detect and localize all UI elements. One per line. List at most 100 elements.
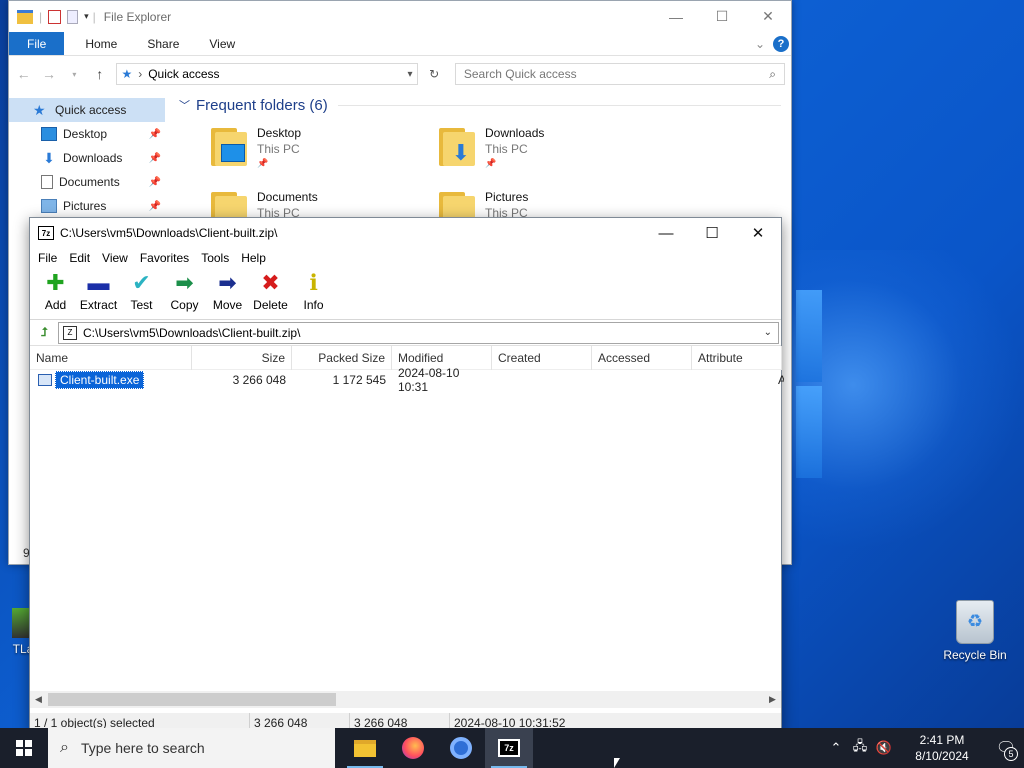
taskbar-search-box[interactable]: ⌕ Type here to search: [48, 728, 335, 768]
recycle-bin-label: Recycle Bin: [943, 648, 1007, 662]
breadcrumb-chevron-icon[interactable]: ›: [138, 67, 142, 81]
copy-button[interactable]: ➡ Copy: [163, 268, 206, 313]
info-button[interactable]: ℹ Info: [292, 268, 335, 313]
close-button[interactable]: ✕: [735, 218, 781, 248]
start-button[interactable]: [0, 728, 48, 768]
folder-location: This PC: [257, 142, 300, 156]
address-dropdown-icon[interactable]: ▾: [403, 69, 416, 80]
menu-view[interactable]: View: [96, 251, 134, 265]
toolbar-label: Add: [44, 298, 67, 312]
maximize-button[interactable]: ☐: [699, 1, 745, 32]
folder-tile-downloads[interactable]: ⬇ Downloads This PC 📌: [439, 126, 544, 169]
minimize-button[interactable]: —: [643, 218, 689, 248]
refresh-icon[interactable]: ↻: [426, 67, 443, 81]
folder-name: Pictures: [485, 190, 529, 204]
customize-toolbar-icon[interactable]: ▾: [84, 11, 89, 22]
scrollbar-thumb[interactable]: [48, 693, 336, 706]
volume-muted-icon[interactable]: 🔇: [872, 740, 896, 756]
menu-help[interactable]: Help: [235, 251, 272, 265]
back-arrow-icon[interactable]: ←: [15, 66, 32, 82]
address-bar[interactable]: ★ › Quick access ▾: [116, 63, 418, 85]
search-placeholder: Search Quick access: [463, 67, 577, 81]
tab-share[interactable]: Share: [132, 32, 194, 55]
network-icon[interactable]: 🖧: [848, 737, 872, 759]
extract-button[interactable]: ▬ Extract: [77, 268, 120, 313]
sevenzip-logo-icon: 7z: [38, 226, 54, 240]
sevenzip-titlebar[interactable]: 7z C:\Users\vm5\Downloads\Client-built.z…: [30, 218, 781, 248]
toolbar-label: Copy: [170, 298, 199, 312]
column-accessed[interactable]: Accessed: [592, 345, 692, 370]
minimize-button[interactable]: —: [653, 1, 699, 32]
search-placeholder: Type here to search: [80, 740, 205, 756]
window-title: C:\Users\vm5\Downloads\Client-built.zip\: [60, 226, 278, 240]
column-name[interactable]: Name: [30, 345, 192, 370]
column-packed-size[interactable]: Packed Size: [292, 345, 392, 370]
new-folder-icon[interactable]: [67, 9, 79, 24]
menu-file[interactable]: File: [32, 251, 63, 265]
sidebar-item-documents[interactable]: Documents 📌: [9, 170, 165, 194]
sevenzip-window: 7z C:\Users\vm5\Downloads\Client-built.z…: [29, 217, 784, 733]
notification-center-button[interactable]: 🗨 5: [988, 728, 1024, 768]
maximize-button[interactable]: ☐: [689, 218, 735, 248]
sidebar-item-pictures[interactable]: Pictures 📌: [9, 194, 165, 218]
forward-arrow-icon[interactable]: →: [40, 66, 57, 82]
path-dropdown-icon[interactable]: ⌄: [758, 327, 778, 338]
scroll-right-icon[interactable]: ▶: [764, 694, 781, 705]
content-pane: ﹀ Frequent folders (6) Desktop This PC 📌: [173, 92, 791, 230]
toolbar: ✚ Add ▬ Extract ✔ Test ➡ Copy ➡ Move ✖ D…: [30, 268, 781, 320]
sidebar-item-quick-access[interactable]: ★ Quick access: [9, 98, 165, 122]
taskbar-chromium[interactable]: [437, 728, 485, 768]
tab-home[interactable]: Home: [70, 32, 132, 55]
test-button[interactable]: ✔ Test: [120, 268, 163, 313]
move-button[interactable]: ➡ Move: [206, 268, 249, 313]
tab-file[interactable]: File: [9, 32, 65, 55]
horizontal-scrollbar[interactable]: ◀ ▶: [30, 691, 781, 708]
folder-up-icon[interactable]: ⮥: [34, 323, 54, 343]
copy-arrows-icon: ➡: [175, 270, 194, 295]
folder-name: Documents: [257, 190, 318, 204]
taskbar-file-explorer[interactable]: [341, 728, 389, 768]
column-size[interactable]: Size: [192, 345, 292, 370]
clock[interactable]: 2:41 PM 8/10/2024: [902, 732, 982, 764]
expand-ribbon-icon[interactable]: ⌄: [755, 37, 765, 51]
quick-access-toolbar: | ▾: [17, 9, 89, 24]
quick-access-star-icon: ★: [121, 67, 133, 81]
recent-locations-icon[interactable]: ▾: [66, 70, 83, 79]
path-text: C:\Users\vm5\Downloads\Client-built.zip\: [83, 325, 301, 340]
pin-icon: 📌: [485, 158, 497, 168]
column-label: Size: [261, 350, 285, 365]
folder-tile-desktop[interactable]: Desktop This PC 📌: [211, 126, 301, 169]
help-icon[interactable]: ?: [773, 36, 789, 52]
explorer-titlebar[interactable]: | ▾ | File Explorer — ☐ ✕: [9, 1, 791, 32]
frequent-folders-header[interactable]: ﹀ Frequent folders (6): [179, 93, 791, 117]
navigation-bar: ← → ▾ ↑ ★ › Quick access ▾ ↻ Search Quic…: [9, 56, 791, 92]
tab-view[interactable]: View: [194, 32, 250, 55]
document-icon: [41, 175, 53, 189]
sidebar-item-downloads[interactable]: ⬇ Downloads 📌: [9, 146, 165, 170]
menu-edit[interactable]: Edit: [63, 251, 96, 265]
path-bar: ⮥ Z C:\Users\vm5\Downloads\Client-built.…: [30, 320, 781, 346]
close-button[interactable]: ✕: [745, 1, 791, 32]
taskbar-7zip[interactable]: 7z: [485, 728, 533, 768]
table-row[interactable]: Client-built.exe 3 266 048 1 172 545 202…: [30, 366, 784, 394]
search-input[interactable]: Search Quick access ⌕: [454, 63, 786, 85]
chevron-up-icon[interactable]: ⌃: [824, 740, 848, 756]
folder-icon[interactable]: [17, 9, 33, 24]
cell-modified: 2024-08-10 10:31: [398, 366, 460, 394]
collapse-chevron-icon[interactable]: ﹀: [179, 97, 190, 113]
taskbar-firefox[interactable]: [389, 728, 437, 768]
menu-favorites[interactable]: Favorites: [134, 251, 195, 265]
menu-tools[interactable]: Tools: [195, 251, 235, 265]
sidebar-item-desktop[interactable]: Desktop 📌: [9, 122, 165, 146]
add-button[interactable]: ✚ Add: [34, 268, 77, 313]
properties-icon[interactable]: [48, 9, 62, 24]
delete-button[interactable]: ✖ Delete: [249, 268, 292, 313]
window-title: File Explorer: [103, 9, 172, 24]
recycle-bin[interactable]: Recycle Bin: [940, 600, 1010, 662]
path-input[interactable]: Z C:\Users\vm5\Downloads\Client-built.zi…: [58, 321, 779, 344]
scroll-left-icon[interactable]: ◀: [30, 694, 47, 705]
column-attributes[interactable]: Attribute: [692, 345, 782, 370]
delete-x-icon: ✖: [261, 270, 280, 295]
up-arrow-icon[interactable]: ↑: [91, 66, 108, 82]
column-created[interactable]: Created: [492, 345, 592, 370]
